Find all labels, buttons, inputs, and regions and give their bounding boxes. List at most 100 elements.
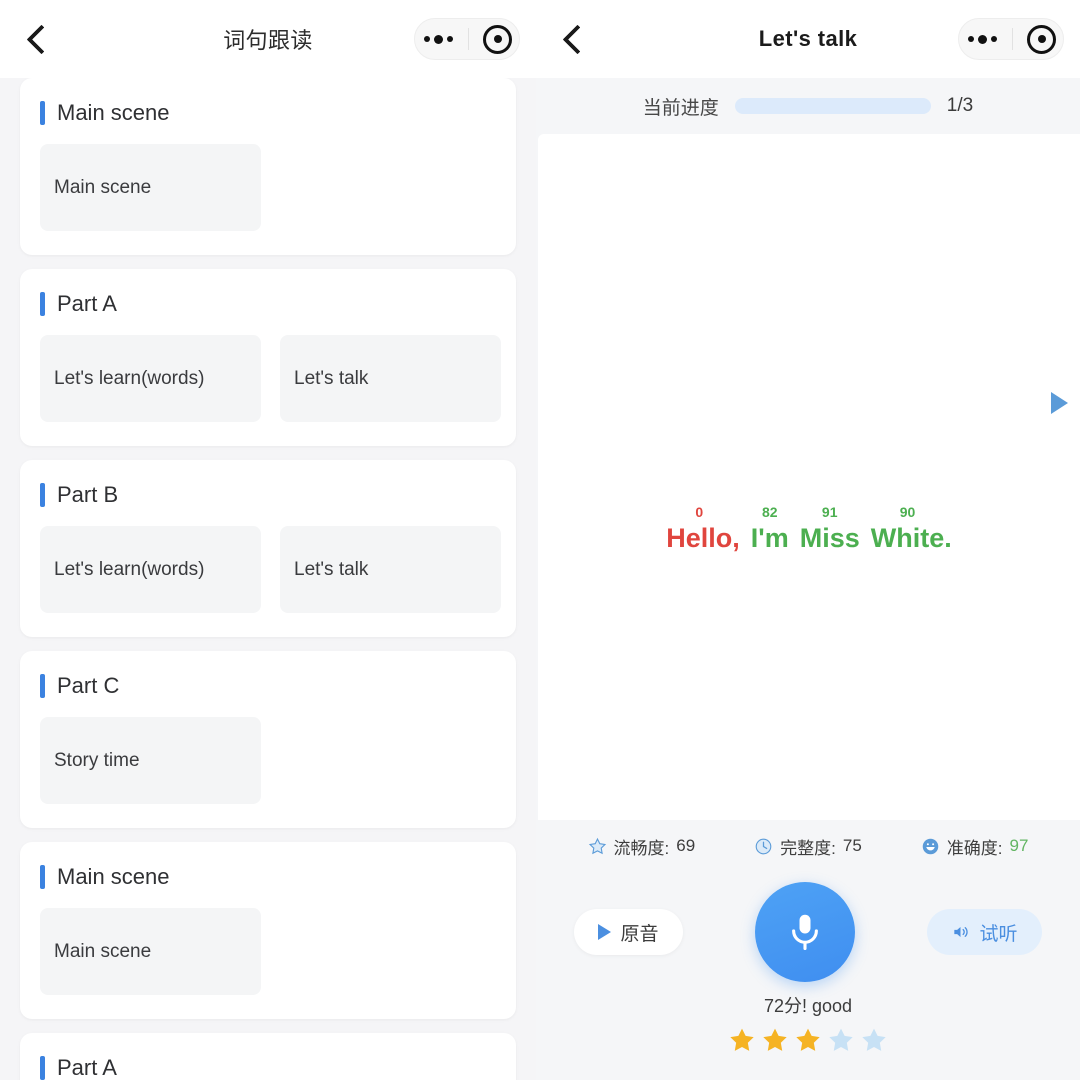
lesson-card[interactable]: Part B Let's learn(words) Let's talk <box>20 460 516 637</box>
dot <box>433 34 443 44</box>
card-chip-row: Main scene <box>40 908 496 995</box>
more-dots-icon[interactable] <box>966 34 999 44</box>
progress-label: 当前进度 <box>642 97 719 119</box>
card-header: Main scene <box>40 100 496 126</box>
lesson-card[interactable]: Part A Let's learn(words) Let's talk <box>20 269 516 446</box>
lesson-card[interactable]: Main scene Main scene <box>20 78 516 255</box>
progress-row: 当前进度 1/3 <box>536 78 1080 134</box>
accent-bar-icon <box>40 1056 45 1080</box>
play-next-arrow-icon[interactable] <box>1051 392 1068 414</box>
card-title: Main scene <box>57 100 170 125</box>
lesson-chip[interactable]: Let's learn(words) <box>40 526 261 613</box>
capsule-divider <box>1012 28 1014 50</box>
lesson-chip[interactable]: Main scene <box>40 144 261 231</box>
word-score: 82 <box>761 504 778 520</box>
metric-value: 75 <box>842 836 862 855</box>
lesson-chip[interactable]: Story time <box>40 717 261 804</box>
lesson-card-list[interactable]: Main scene Main scene Part A Let's learn… <box>0 78 536 1080</box>
metric-label: 准确度: <box>946 838 1003 858</box>
card-title: Part B <box>57 482 119 507</box>
scored-word: 82 I'm <box>751 504 789 554</box>
chevron-left-icon <box>26 24 56 54</box>
star-filled-icon <box>796 1028 820 1051</box>
card-header: Part B <box>40 482 496 508</box>
lesson-card[interactable]: Part A <box>20 1033 516 1080</box>
dot <box>977 34 987 44</box>
result-area: 72分! good <box>536 992 1080 1054</box>
card-header: Part C <box>40 673 496 699</box>
wechat-capsule-left <box>414 18 520 60</box>
metric-value: 69 <box>676 836 696 855</box>
card-title: Part C <box>57 673 120 698</box>
practice-content-card: 0 Hello, 82 I'm 91 Miss 90 White. <box>538 134 1080 820</box>
scored-sentence[interactable]: 0 Hello, 82 I'm 91 Miss 90 White. <box>538 504 1080 554</box>
chevron-left-icon <box>562 24 592 54</box>
right-pane-practice: Let's talk 当前进度 1/3 0 Hello, 82 I'm 91 Miss 90… <box>536 0 1080 1080</box>
capsule-divider <box>468 28 470 50</box>
metric-accuracy: 准确度: 97 <box>921 834 1028 859</box>
right-navbar: Let's talk <box>536 0 1080 78</box>
app-screen: 词句跟读 Main scene Main scene Part A Let's … <box>0 0 1080 1080</box>
card-chip-row: Main scene <box>40 144 496 231</box>
lesson-chip[interactable]: Let's talk <box>280 526 501 613</box>
lesson-chip[interactable]: Let's learn(words) <box>40 335 261 422</box>
word-text: White <box>870 523 945 553</box>
word-score: 0 <box>695 504 704 520</box>
word-text: I'm <box>750 523 789 553</box>
left-navbar: 词句跟读 <box>0 0 536 78</box>
progress-bar <box>734 98 931 114</box>
microphone-icon <box>791 914 818 951</box>
metric-label: 完整度: <box>780 838 836 858</box>
play-triangle-icon <box>598 924 612 940</box>
target-circle-icon[interactable] <box>483 24 513 54</box>
card-header: Part A <box>40 1055 496 1080</box>
target-circle-icon[interactable] <box>1027 24 1057 54</box>
metric-fluency: 流畅度: 69 <box>588 834 696 859</box>
clock-icon <box>755 838 772 854</box>
metrics-row: 流畅度: 69 完整度: 75 准确度: 97 <box>536 820 1080 872</box>
word-score: 91 <box>821 504 838 520</box>
card-title: Part A <box>57 1055 117 1080</box>
word-punctuation: , <box>732 523 740 553</box>
lesson-card[interactable]: Part C Story time <box>20 651 516 828</box>
record-button[interactable] <box>754 882 855 982</box>
star-icon <box>588 837 606 854</box>
word-text: Hello <box>666 523 733 553</box>
sentence-area: 0 Hello, 82 I'm 91 Miss 90 White. <box>538 504 1080 554</box>
star-empty-icon <box>829 1028 853 1051</box>
word-text: Miss <box>799 523 860 553</box>
scored-word: 91 Miss <box>800 504 860 554</box>
card-chip-row: Let's learn(words) Let's talk <box>40 335 501 422</box>
accent-bar-icon <box>40 101 45 125</box>
star-empty-icon <box>862 1028 886 1051</box>
trial-listen-button[interactable]: 试听 <box>926 909 1042 955</box>
metric-completeness: 完整度: 75 <box>754 834 862 859</box>
card-header: Main scene <box>40 864 496 890</box>
accent-bar-icon <box>40 865 45 889</box>
original-audio-button[interactable]: 原音 <box>574 909 683 955</box>
left-pane-lesson-list: 词句跟读 Main scene Main scene Part A Let's … <box>0 0 536 1080</box>
speaker-wave-icon <box>953 927 968 937</box>
lesson-chip[interactable]: Main scene <box>40 908 261 995</box>
word-score: 90 <box>899 504 916 520</box>
dot <box>967 36 974 42</box>
dot <box>990 36 997 42</box>
metric-label: 流畅度: <box>613 838 670 858</box>
trial-listen-label: 试听 <box>979 923 1018 945</box>
star-filled-icon <box>763 1028 787 1051</box>
scored-word: 90 White <box>871 504 945 554</box>
lesson-chip[interactable]: Let's talk <box>280 335 501 422</box>
original-audio-label: 原音 <box>620 923 659 945</box>
dot <box>446 36 453 42</box>
scored-word: 0 Hello <box>666 504 732 554</box>
accent-bar-icon <box>40 483 45 507</box>
lesson-card[interactable]: Main scene Main scene <box>20 842 516 1019</box>
more-dots-icon[interactable] <box>422 34 455 44</box>
card-title: Part A <box>57 291 117 316</box>
back-button-left[interactable] <box>18 0 64 78</box>
word-punctuation: . <box>944 523 952 553</box>
card-title: Main scene <box>57 864 170 889</box>
star-filled-icon <box>730 1028 754 1051</box>
back-button-right[interactable] <box>554 0 600 78</box>
star-rating <box>536 1026 1080 1054</box>
